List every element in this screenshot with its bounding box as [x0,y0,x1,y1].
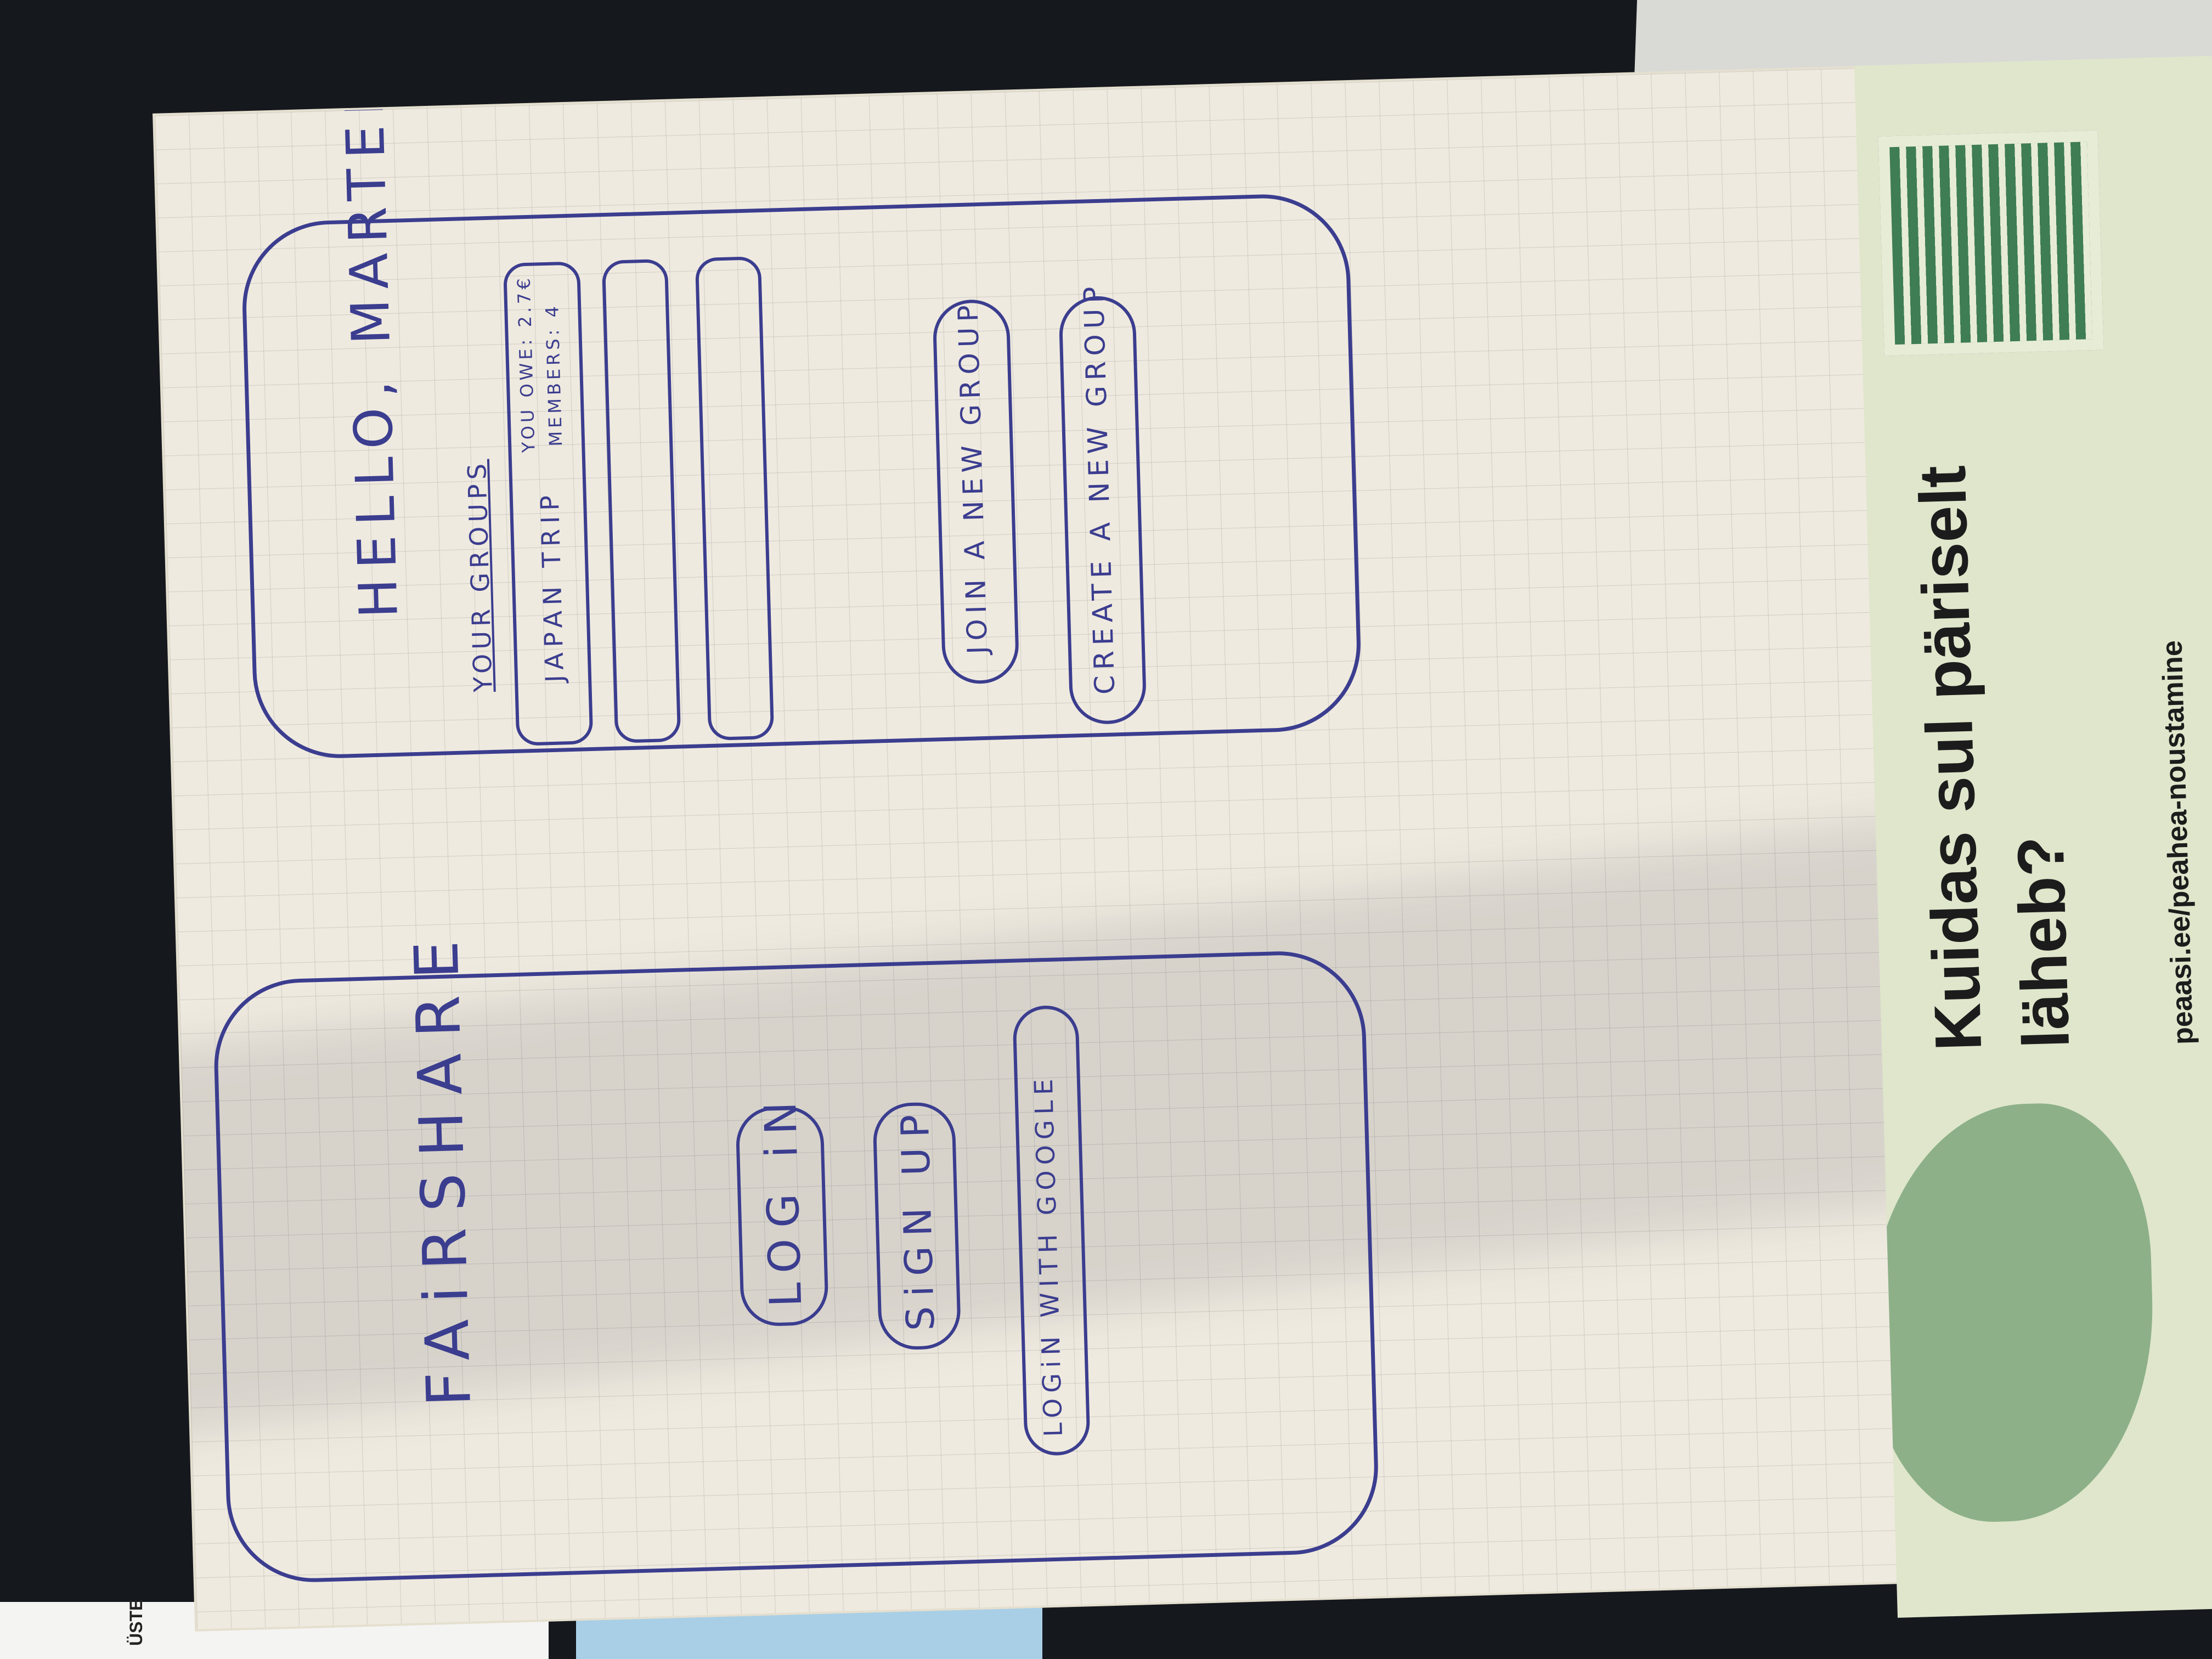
corner-text: ÜSTE [126,1599,146,1646]
leaflet-url: peaasi.ee/peahea-noustamine [2156,640,2200,1045]
create-group-button[interactable]: CREATE A NEW GROUP [1058,281,1147,725]
your-groups-label: YOUR GROUPS [461,459,498,693]
login-button[interactable]: LOG iN [735,1090,830,1327]
greeting-text: HELLO, MARTEN! [332,60,410,619]
signup-label: SiGN UP [892,1104,944,1331]
google-login-button[interactable]: LOGiN WITH GOOGLE [1012,1005,1091,1457]
qr-code [1878,130,2104,356]
leaflet-headline-1: Kuidas sul päriselt [1905,464,1996,1052]
group-owe: YOU OWE: 2.7€ [513,274,539,453]
group-card-empty-1[interactable] [601,258,681,743]
sketch-groups-screen: HELLO, MARTEN! YOUR GROUPS JAPAN TRIP YO… [240,60,1363,761]
join-group-label: JOIN A NEW GROUP [952,299,994,655]
group-members: MEMBERS: 4 [541,302,567,447]
join-group-button[interactable]: JOIN A NEW GROUP [932,298,1020,685]
app-title: FAiRSHARE [400,923,485,1408]
leaf-illustration [1861,1100,2159,1526]
login-label: LOG iN [754,1090,812,1308]
google-login-label: LOGiN WITH GOOGLE [1028,1073,1069,1437]
sketch-login-screen: FAiRSHARE LOG iN SiGN UP LOGiN WITH GOOG… [212,923,1381,1585]
signup-button[interactable]: SiGN UP [872,1101,962,1351]
create-group-label: CREATE A NEW GROUP [1077,280,1121,695]
group-name: JAPAN TRIP [534,489,570,683]
group-card-empty-2[interactable] [695,256,775,741]
group-card-japan-trip[interactable]: JAPAN TRIP YOU OWE: 2.7€ MEMBERS: 4 [503,261,594,746]
leaflet-headline-2: läheb? [2004,835,2084,1049]
leaflet: Kuidas sul päriselt läheb? peaasi.ee/pea… [1854,55,2212,1618]
